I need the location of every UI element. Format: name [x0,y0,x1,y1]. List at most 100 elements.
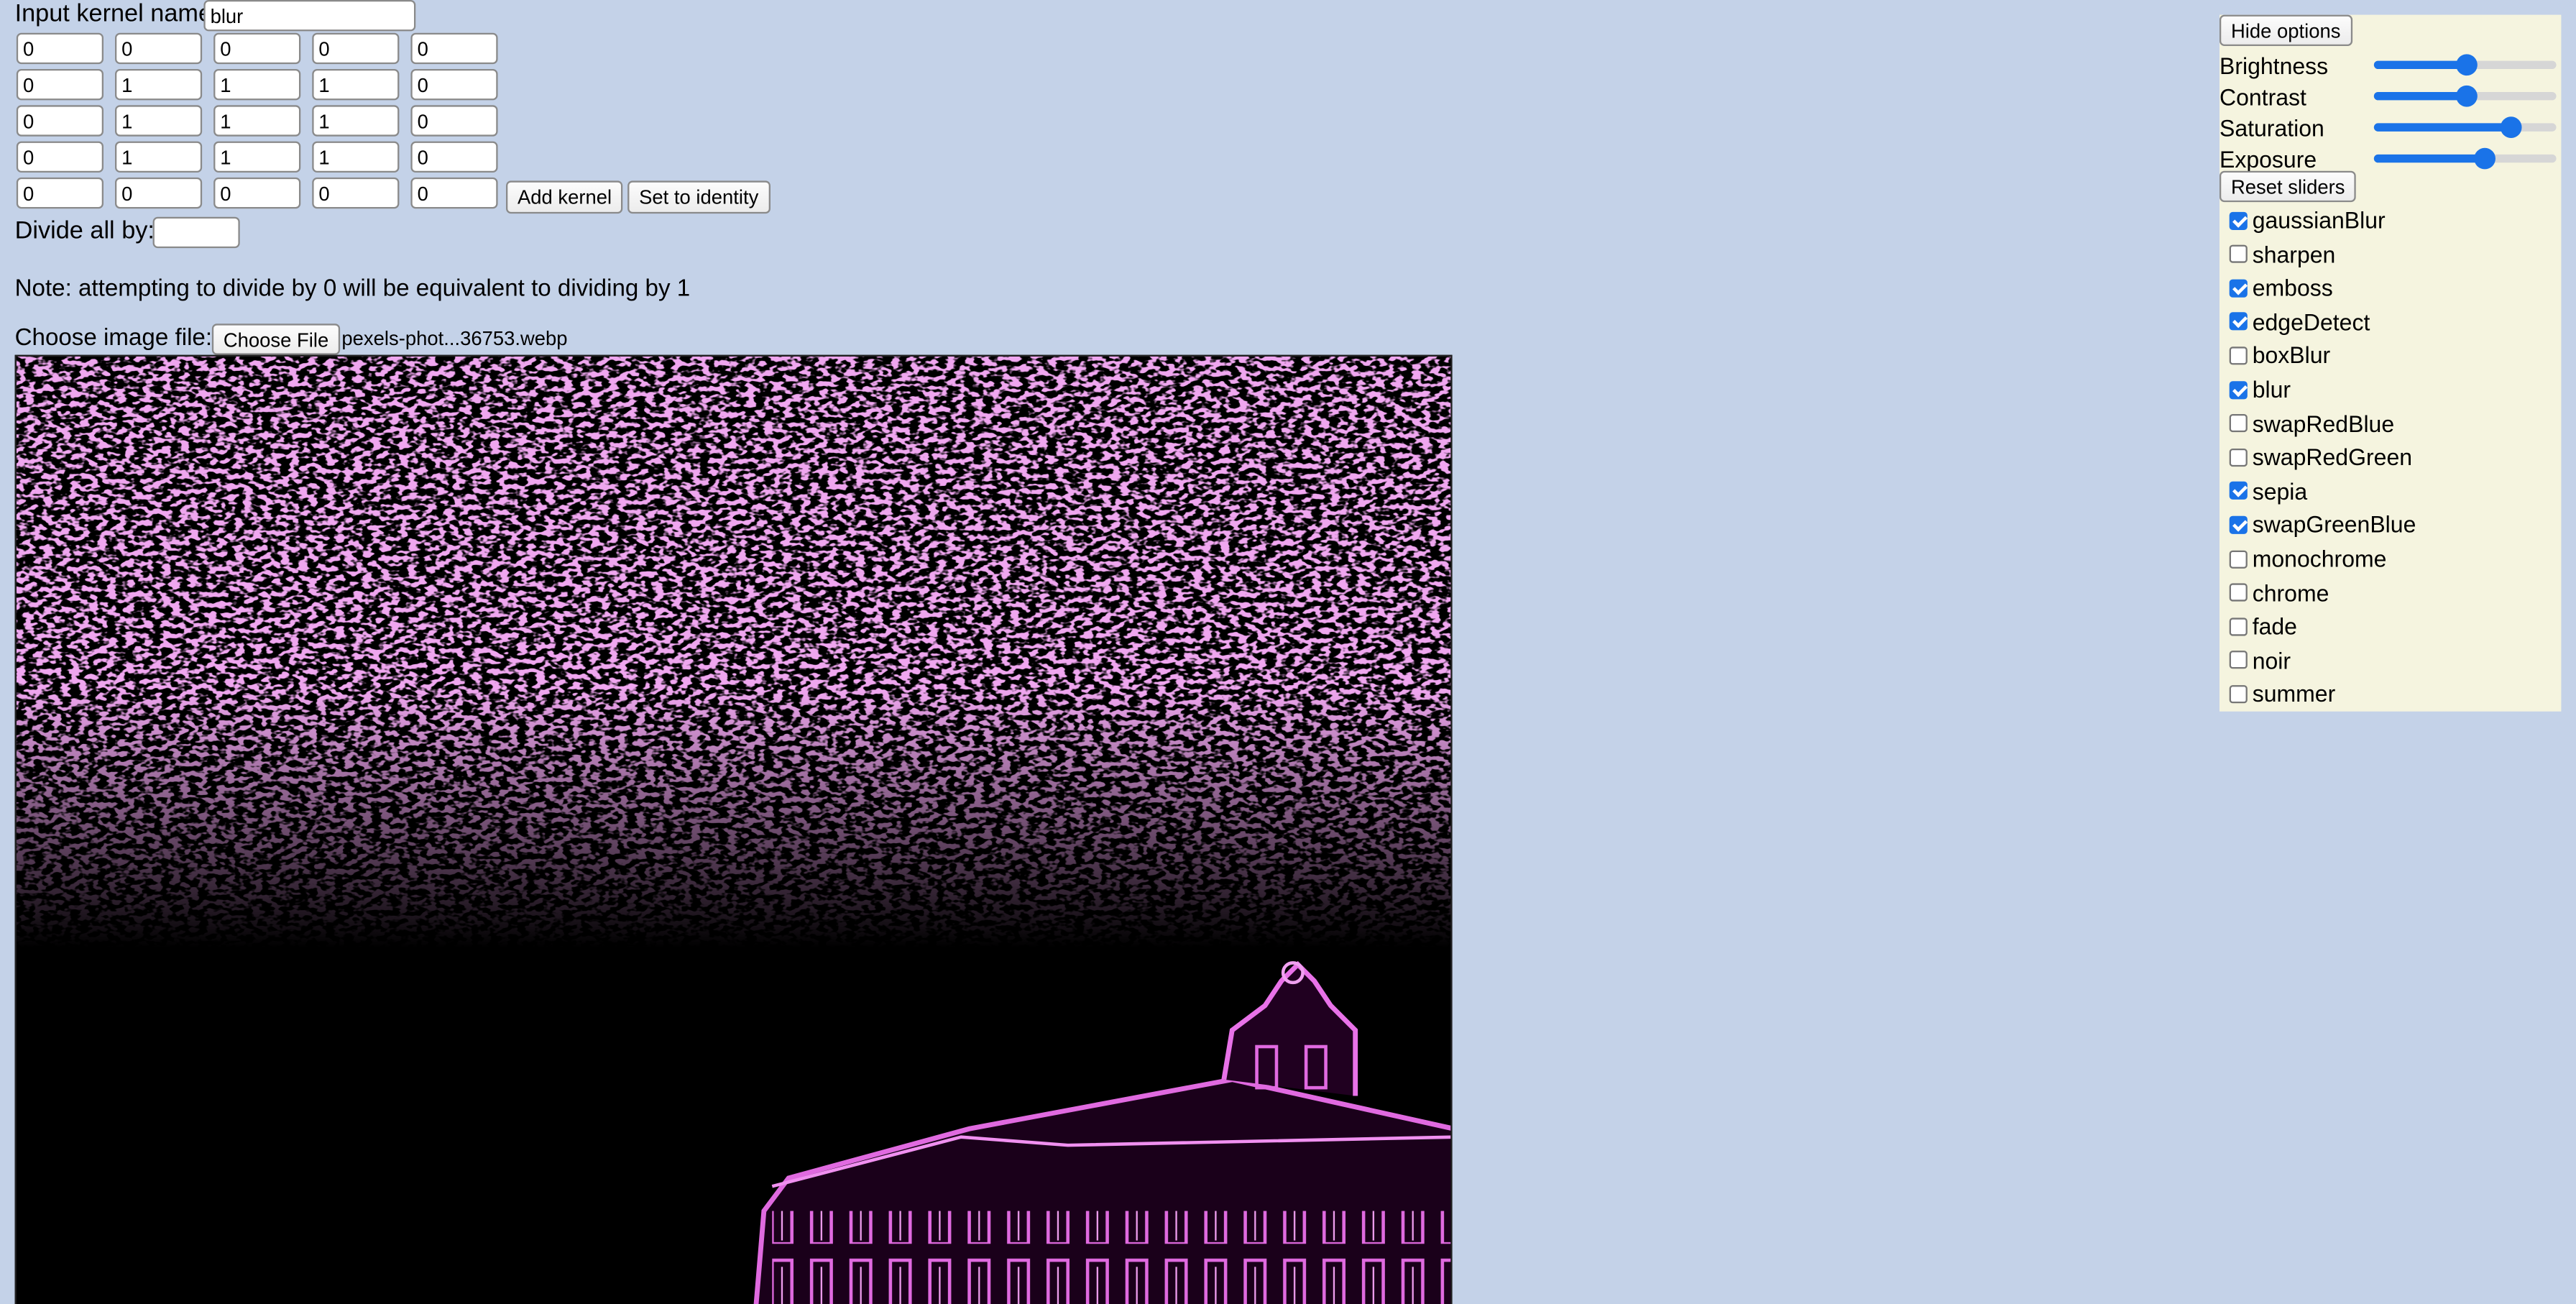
filter-checkbox[interactable] [2229,211,2248,229]
kernel-name-label: Input kernel name [14,0,213,28]
filter-sharpen[interactable]: sharpen [2229,239,2336,269]
kernel-cell[interactable] [213,141,301,173]
kernel-cell[interactable] [312,105,400,137]
filter-noir[interactable]: noir [2229,646,2291,675]
kernel-cell[interactable] [410,105,498,137]
filter-label: edgeDetect [2252,308,2370,335]
slider-fill [2373,60,2465,69]
divide-label: Divide all by: [14,216,155,245]
filter-checkbox[interactable] [2229,380,2248,399]
filter-fade[interactable]: fade [2229,612,2297,641]
filter-label: gaussianBlur [2252,206,2386,234]
filter-label: sepia [2252,477,2308,505]
filter-gaussianBlur[interactable]: gaussianBlur [2229,206,2386,235]
kernel-cell[interactable] [410,68,498,101]
page: Input kernel name Add kernel Set to iden… [0,0,2576,1304]
slider-fill [2373,123,2511,132]
filter-checkbox[interactable] [2229,346,2248,365]
kernel-cell[interactable] [312,68,400,101]
filter-label: emboss [2252,275,2333,301]
kernel-cell[interactable] [16,32,104,65]
kernel-cell[interactable] [213,32,301,65]
filter-label: swapRedBlue [2252,410,2395,437]
slider-label: Saturation [2219,114,2324,142]
filter-label: blur [2252,376,2291,403]
kernel-cell[interactable] [114,32,203,65]
kernel-cell[interactable] [16,141,104,173]
filter-emboss[interactable]: emboss [2229,273,2333,303]
filter-label: summer [2252,681,2336,707]
filter-summer[interactable]: summer [2229,679,2336,709]
kernel-cell[interactable] [213,105,301,137]
kernel-cell[interactable] [312,177,400,209]
filter-label: fade [2252,612,2297,640]
filter-boxBlur[interactable]: boxBlur [2229,341,2330,370]
kernel-cell[interactable] [312,141,400,173]
file-label: Choose image file: [14,325,213,352]
filter-checkbox[interactable] [2229,651,2248,669]
filter-checkbox[interactable] [2229,278,2248,297]
slider-fill [2373,91,2465,101]
filter-chrome[interactable]: chrome [2229,578,2329,607]
filter-swapGreenBlue[interactable]: swapGreenBlue [2229,510,2416,539]
slider-contrast[interactable] [2373,85,2557,107]
slider-brightness[interactable] [2373,54,2557,76]
slider-thumb[interactable] [2455,54,2477,76]
slider-label: Contrast [2219,83,2306,111]
filter-checkbox[interactable] [2229,312,2248,331]
filter-swapRedBlue[interactable]: swapRedBlue [2229,408,2395,438]
filter-label: noir [2252,647,2291,674]
filter-checkbox[interactable] [2229,684,2248,704]
slider-thumb[interactable] [2455,85,2477,107]
kernel-cell[interactable] [16,177,104,209]
slider-exposure[interactable] [2373,147,2557,170]
add-kernel-button[interactable]: Add kernel [505,180,624,214]
slider-saturation[interactable] [2373,116,2557,138]
slider-label: Exposure [2219,146,2317,173]
filter-label: sharpen [2252,241,2336,267]
filter-checkbox[interactable] [2229,482,2248,500]
kernel-name-input[interactable] [203,0,416,32]
choose-file-button[interactable]: Choose File [211,323,341,355]
kernel-cell[interactable] [312,32,400,65]
kernel-cell[interactable] [114,105,203,137]
filter-checkbox[interactable] [2229,515,2248,534]
set-identity-button[interactable]: Set to identity [627,180,770,214]
kernel-cell[interactable] [410,32,498,65]
kernel-cell[interactable] [114,68,203,101]
kernel-cell[interactable] [410,141,498,173]
filter-checkbox[interactable] [2229,549,2248,568]
filter-swapRedGreen[interactable]: swapRedGreen [2229,442,2413,472]
filter-edgeDetect[interactable]: edgeDetect [2229,307,2370,336]
kernel-cell[interactable] [114,141,203,173]
kernel-cell[interactable] [213,68,301,101]
kernel-cell[interactable] [410,177,498,209]
filter-label: monochrome [2252,545,2387,572]
slider-thumb[interactable] [2473,147,2496,170]
slider-thumb[interactable] [2501,116,2523,138]
kernel-cell[interactable] [213,177,301,209]
processed-image-canvas [16,356,1451,1304]
filter-blur[interactable]: blur [2229,375,2291,404]
divide-note: Note: attempting to divide by 0 will be … [14,275,691,303]
divide-input[interactable] [152,216,240,249]
slider-fill [2373,154,2484,163]
slider-label: Brightness [2219,52,2329,79]
filter-checkbox[interactable] [2229,448,2248,467]
filter-sepia[interactable]: sepia [2229,476,2308,505]
filter-checkbox[interactable] [2229,244,2248,263]
filter-checkbox[interactable] [2229,617,2248,635]
filter-label: swapRedGreen [2252,444,2413,471]
processed-image [14,354,1453,1304]
hide-options-button[interactable]: Hide options [2219,14,2352,46]
options-panel: Hide options Brightness Contrast Saturatio… [2219,14,2562,712]
filter-checkbox[interactable] [2229,583,2248,602]
kernel-cell[interactable] [114,177,203,209]
file-name: pexels-phot...36753.webp [341,326,568,350]
reset-sliders-button[interactable]: Reset sliders [2219,170,2357,203]
kernel-cell[interactable] [16,68,104,101]
kernel-cell[interactable] [16,105,104,137]
filter-checkbox[interactable] [2229,414,2248,433]
filter-monochrome[interactable]: monochrome [2229,544,2387,574]
filter-label: swapGreenBlue [2252,511,2416,538]
